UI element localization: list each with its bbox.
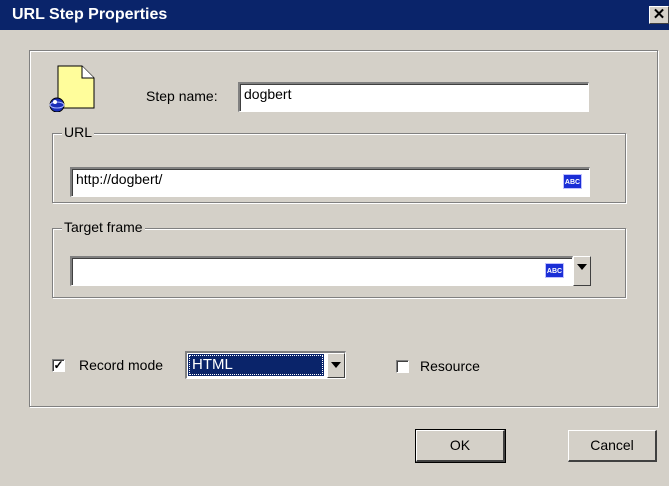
url-input[interactable]: http://dogbert/ — [70, 167, 590, 197]
url-abc-icon[interactable]: ABC — [563, 174, 582, 189]
cancel-button[interactable]: Cancel — [568, 430, 657, 462]
step-name-input[interactable]: dogbert — [238, 82, 589, 112]
record-mode-dropdown-button[interactable] — [327, 353, 345, 378]
chevron-down-icon — [331, 362, 341, 368]
record-mode-selected: HTML — [188, 354, 324, 376]
chevron-down-icon — [577, 264, 587, 270]
url-value: http://dogbert/ — [76, 171, 163, 187]
record-mode-select[interactable]: HTML — [185, 351, 346, 379]
target-frame-legend: Target frame — [62, 219, 145, 235]
checkmark-icon: ✓ — [53, 358, 64, 372]
record-mode-label: Record mode — [79, 357, 164, 373]
close-icon: ✕ — [652, 6, 666, 23]
close-button[interactable]: ✕ — [649, 6, 669, 24]
target-frame-input[interactable] — [70, 256, 573, 286]
window-title: URL Step Properties — [12, 6, 168, 23]
record-mode-checkbox[interactable]: ✓ — [52, 359, 65, 372]
url-group-legend: URL — [62, 124, 95, 140]
step-name-label: Step name: — [146, 88, 218, 104]
document-globe-icon — [48, 64, 96, 113]
resource-label: Resource — [420, 358, 480, 374]
target-frame-abc-icon[interactable]: ABC — [545, 263, 564, 278]
ok-button[interactable]: OK — [415, 429, 506, 463]
target-frame-dropdown-button[interactable] — [573, 256, 591, 286]
resource-checkbox[interactable] — [396, 360, 409, 373]
